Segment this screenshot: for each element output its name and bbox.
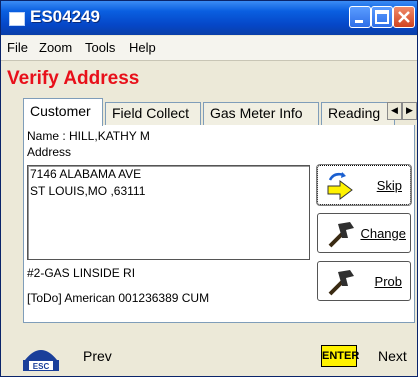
tab-scroll-right-button[interactable]: ▶ [402,102,417,120]
meter-location: #2-GAS LINSIDE RI [27,266,136,280]
menu-bar: File Zoom Tools Help [1,36,417,61]
enter-key-icon[interactable]: ENTER [321,345,359,367]
skip-button[interactable]: Skip [316,164,412,206]
address-line-1: 7146 ALABAMA AVE [30,167,142,181]
minimize-icon [355,20,363,23]
svg-text:ESC: ESC [33,362,50,371]
tab-scroll-left-button[interactable]: ◀ [387,102,402,120]
close-button[interactable] [393,6,415,28]
chevron-right-icon: ▶ [406,106,413,116]
tab-gas-meter-info[interactable]: Gas Meter Info [203,102,319,126]
skip-label: Skip [376,178,402,193]
customer-panel: Name : HILL,KATHY M Address 7146 ALABAMA… [23,125,415,323]
menu-tools[interactable]: Tools [85,40,115,55]
prob-label: Prob [374,274,402,289]
menu-file[interactable]: File [7,40,28,55]
next-button[interactable]: Next [378,348,407,364]
minimize-button[interactable] [349,6,371,28]
tab-strip: Customer Field Collect Gas Meter Info Re… [23,98,395,126]
change-label: Change [360,226,406,241]
change-button[interactable]: Change [317,213,411,253]
footer-bar: ESC Prev ENTER Next [1,337,417,376]
prev-button[interactable]: Prev [83,348,112,364]
maximize-button[interactable] [371,6,393,28]
address-line-2: ST LOUIS,MO ,63111 [30,184,146,198]
window-title: ES04249 [30,7,100,26]
page-title: Verify Address [7,68,140,89]
close-icon [398,11,410,23]
chevron-left-icon: ◀ [391,106,398,116]
tab-reading[interactable]: Reading [321,102,395,126]
tab-field-collect[interactable]: Field Collect [105,102,201,126]
title-bar[interactable]: ES04249 [1,1,417,35]
tab-customer[interactable]: Customer [23,98,103,126]
app-icon [9,12,25,26]
menu-zoom[interactable]: Zoom [39,40,72,55]
hammer-icon [328,270,354,296]
skip-arrow-icon [327,172,353,200]
address-label: Address [27,145,72,159]
customer-name: Name : HILL,KATHY M [27,129,150,143]
address-textbox[interactable]: 7146 ALABAMA AVE ST LOUIS,MO ,63111 [27,165,310,260]
hammer-icon [328,222,354,248]
menu-help[interactable]: Help [129,40,156,55]
todo-text: [ToDo] American 001236389 CUM [27,291,210,305]
prob-button[interactable]: Prob [317,261,411,301]
maximize-icon [375,10,389,24]
esc-key-icon[interactable]: ESC [23,342,59,372]
app-window: ES04249 File Zoom Tools Help Verify Addr… [0,0,418,377]
